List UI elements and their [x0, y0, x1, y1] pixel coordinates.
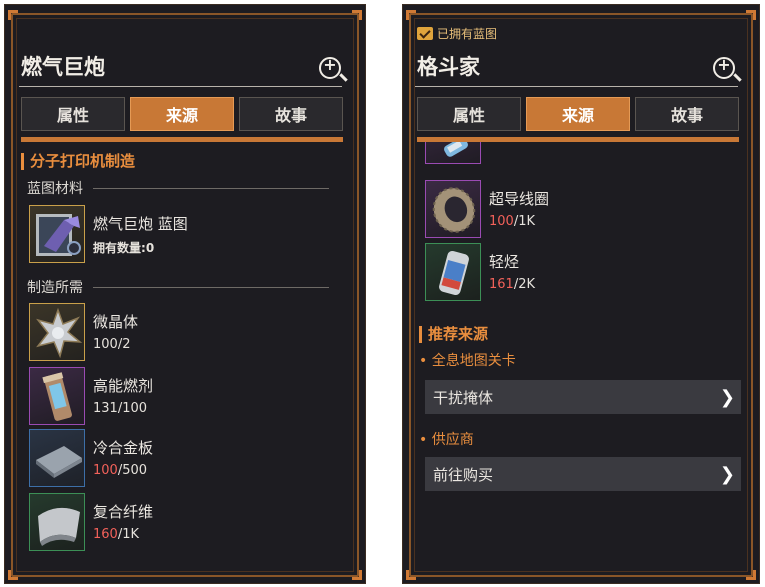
material-item[interactable]: 复合纤维 160/1K: [29, 493, 329, 551]
have-count-short: 100: [489, 214, 514, 229]
need-count: 100: [122, 401, 148, 416]
frame-corner: [746, 10, 756, 20]
have-count-short: 100: [93, 463, 118, 478]
need-count: 500: [122, 463, 148, 478]
alloy-plate-icon: [29, 429, 85, 487]
tab-source[interactable]: 来源: [130, 97, 234, 131]
need-count: 2K: [518, 277, 536, 292]
materials-scroll-area[interactable]: 132/200 超导线圈 100/1K 轻烃 1: [403, 142, 761, 305]
go-purchase-label: 前往购买: [433, 465, 494, 484]
material-item[interactable]: 微晶体 100/2: [29, 303, 329, 361]
microcrystal-icon: [29, 303, 85, 361]
title-divider: [415, 86, 738, 87]
material-quantity: 100/500: [93, 463, 148, 478]
fuel-canister-icon: [29, 367, 85, 425]
frame-corner: [352, 570, 362, 580]
hologram-map-label: • 全息地图关卡: [419, 353, 516, 369]
frame-corner: [406, 10, 416, 20]
right-item-panel: 已拥有蓝图 格斗家 + 属性 来源 故事 132/200: [402, 4, 760, 584]
zoom-in-icon[interactable]: +: [319, 55, 341, 79]
tab-story[interactable]: 故事: [239, 97, 343, 131]
have-count: 100: [93, 337, 118, 352]
need-count: 2: [122, 337, 131, 352]
left-item-panel: 燃气巨炮 + 属性 来源 故事 分子打印机制造 蓝图材料 燃气巨炮 蓝图 拥有数…: [4, 4, 366, 584]
owned-count-label: 拥有数量:: [93, 241, 146, 255]
cannon-blueprint-icon: [29, 205, 85, 263]
frame-corner: [406, 570, 416, 580]
title-divider: [19, 86, 342, 87]
blueprint-materials-label: 蓝图材料: [27, 181, 83, 197]
owned-count-value: 0: [145, 241, 155, 255]
material-item[interactable]: 高能燃剂 131/100: [29, 367, 329, 425]
material-name: 超导线圈: [489, 190, 550, 208]
crafting-requirements-header: 制造所需: [27, 277, 329, 297]
frame-corner: [352, 10, 362, 20]
frame-corner: [746, 570, 756, 580]
purple-part-icon: [425, 142, 481, 164]
tab-attributes[interactable]: 属性: [21, 97, 125, 131]
chevron-right-icon: ❯: [719, 387, 735, 408]
need-count: 1K: [122, 527, 140, 542]
divider: [93, 187, 329, 189]
material-name: 复合纤维: [93, 503, 154, 521]
material-item[interactable]: 冷合金板 100/500: [29, 429, 329, 487]
blueprint-item[interactable]: 燃气巨炮 蓝图 拥有数量:0: [29, 205, 329, 263]
blueprint-materials-header: 蓝图材料: [27, 178, 329, 198]
crafting-requirements-label: 制造所需: [27, 280, 83, 296]
light-hydrocarbon-icon: [425, 243, 481, 301]
zoom-in-icon[interactable]: +: [713, 55, 735, 79]
section-header-molecular-printer: 分子打印机制造: [21, 153, 135, 170]
material-quantity: 131/100: [93, 401, 148, 416]
active-tab-underline: [21, 137, 343, 142]
blueprint-owned-count: 拥有数量:0: [93, 239, 154, 256]
divider: [93, 286, 329, 288]
owned-label: 已拥有蓝图: [437, 27, 498, 41]
have-count: 131: [93, 401, 118, 416]
material-quantity: 161/2K: [489, 277, 536, 292]
chevron-right-icon: ❯: [719, 464, 735, 485]
go-purchase-link[interactable]: 前往购买 ❯: [425, 457, 741, 491]
blueprint-owned-badge: 已拥有蓝图: [417, 25, 497, 42]
hologram-stage-label: 干扰掩体: [433, 388, 494, 407]
tab-attributes[interactable]: 属性: [417, 97, 521, 131]
tab-bar: 属性 来源 故事: [417, 97, 739, 131]
frame-corner: [8, 10, 18, 20]
need-count: 1K: [518, 214, 536, 229]
hologram-stage-link[interactable]: 干扰掩体 ❯: [425, 380, 741, 414]
superconducting-coil-icon: [425, 180, 481, 238]
tab-story[interactable]: 故事: [635, 97, 739, 131]
material-name: 冷合金板: [93, 439, 154, 457]
material-item[interactable]: 132/200: [425, 142, 725, 164]
composite-fiber-icon: [29, 493, 85, 551]
frame-corner: [8, 570, 18, 580]
material-quantity: 100/1K: [489, 214, 536, 229]
item-title: 燃气巨炮: [21, 55, 105, 79]
tab-source[interactable]: 来源: [526, 97, 630, 131]
item-title: 格斗家: [417, 55, 480, 79]
material-quantity: 100/2: [93, 337, 131, 352]
material-quantity: 160/1K: [93, 527, 140, 542]
material-item[interactable]: 轻烃 161/2K: [425, 243, 725, 301]
tab-bar: 属性 来源 故事: [21, 97, 343, 131]
recommended-sources-header: 推荐来源: [419, 326, 488, 343]
have-count-short: 161: [489, 277, 514, 292]
material-item[interactable]: 超导线圈 100/1K: [425, 180, 725, 238]
have-count-short: 160: [93, 527, 118, 542]
supplier-label: • 供应商: [419, 432, 474, 448]
checkbox-checked-icon: [417, 27, 433, 40]
material-name: 高能燃剂: [93, 377, 154, 395]
material-name: 微晶体: [93, 313, 139, 331]
material-name: 轻烃: [489, 253, 520, 271]
blueprint-name: 燃气巨炮 蓝图: [93, 215, 188, 233]
